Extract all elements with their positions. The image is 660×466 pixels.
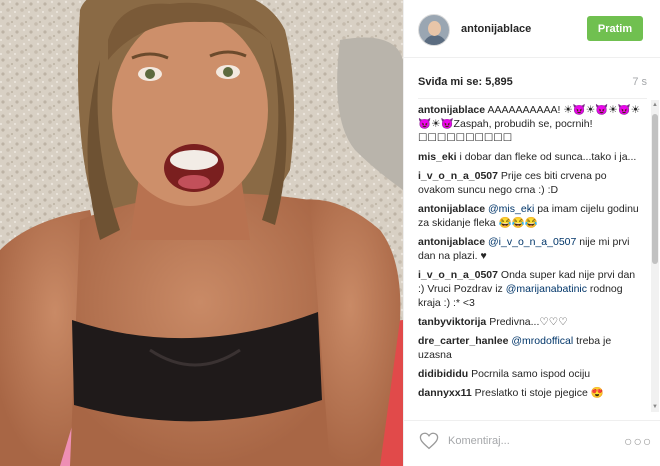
avatar[interactable] xyxy=(418,14,450,46)
follow-button[interactable]: Pratim xyxy=(587,16,643,41)
comment-item: dre_carter_hanlee @mrodoffical treba je … xyxy=(418,334,642,362)
more-options-icon[interactable]: ○○○ xyxy=(624,431,651,451)
post-details-panel: antonijablace Pratim Sviđa mi se: 5,895 … xyxy=(403,0,660,466)
comment-author[interactable]: dannyxx11 xyxy=(418,387,472,399)
comment-item: i_v_o_n_a_0507 Prije ces biti crvena po … xyxy=(418,169,642,197)
post-footer: ○○○ xyxy=(404,420,660,466)
comments-scrollbar[interactable]: ▲ ▼ xyxy=(651,100,659,412)
divider xyxy=(418,98,647,99)
post-author-username[interactable]: antonijablace xyxy=(461,23,531,35)
comment-item: tanbyviktorija Predivna...♡♡♡ xyxy=(418,315,642,329)
scroll-thumb[interactable] xyxy=(652,114,658,264)
likes-row: Sviđa mi se: 5,895 7 s xyxy=(418,76,647,90)
comment-mention-link[interactable]: @marijanabatinic xyxy=(506,283,587,295)
comment-author[interactable]: antonijablace xyxy=(418,104,485,116)
comment-input[interactable] xyxy=(448,430,608,452)
comment-author[interactable]: i_v_o_n_a_0507 xyxy=(418,269,498,281)
avatar-face xyxy=(428,21,441,36)
scroll-down-arrow-icon[interactable]: ▼ xyxy=(651,402,659,412)
comment-mention-link[interactable]: @i_v_o_n_a_0507 xyxy=(485,236,576,248)
comment-mention-link[interactable]: @mis_eki xyxy=(485,203,534,215)
comment-author[interactable]: didibididu xyxy=(418,368,468,380)
comments-section: antonijablace AAAAAAAAAA! ☀😈☀😈☀😈☀😈☀😈Zasp… xyxy=(404,100,660,412)
comment-item: antonijablace AAAAAAAAAA! ☀😈☀😈☀😈☀😈☀😈Zasp… xyxy=(418,103,642,145)
comment-item: didibididu Pocrnila samo ispod ociju xyxy=(418,367,642,381)
comment-item: i_v_o_n_a_0507 Onda super kad nije prvi … xyxy=(418,268,642,310)
comment-text: Pocrnila samo ispod ociju xyxy=(468,368,591,380)
comment-item: antonijablace @i_v_o_n_a_0507 nije mi pr… xyxy=(418,235,642,263)
comment-list: antonijablace AAAAAAAAAA! ☀😈☀😈☀😈☀😈☀😈Zasp… xyxy=(418,103,642,405)
comment-item: antonijablace @mis_eki pa imam cijelu go… xyxy=(418,202,642,230)
comment-item: mis_eki i dobar dan fleke od sunca...tak… xyxy=(418,150,642,164)
selfie-image xyxy=(0,0,403,466)
comment-author[interactable]: mis_eki xyxy=(418,151,457,163)
comment-author[interactable]: antonijablace xyxy=(418,203,485,215)
comment-text: i dobar dan fleke od sunca...tako i ja..… xyxy=(456,151,637,163)
comment-author[interactable]: antonijablace xyxy=(418,236,485,248)
comment-text: Predivna...♡♡♡ xyxy=(486,316,568,328)
comment-item: dannyxx11 Preslatko ti stoje pjegice 😍 xyxy=(418,386,642,400)
post-photo[interactable] xyxy=(0,0,403,466)
post-header: antonijablace Pratim xyxy=(404,0,660,58)
avatar-shoulders xyxy=(423,35,447,45)
likes-count[interactable]: Sviđa mi se: 5,895 xyxy=(418,76,513,88)
comment-author[interactable]: i_v_o_n_a_0507 xyxy=(418,170,498,182)
comment-author[interactable]: dre_carter_hanlee xyxy=(418,335,508,347)
comment-text: Preslatko ti stoje pjegice 😍 xyxy=(471,387,604,399)
post-timestamp[interactable]: 7 s xyxy=(632,76,647,88)
heart-outline-icon[interactable] xyxy=(419,432,439,450)
comment-author[interactable]: tanbyviktorija xyxy=(418,316,486,328)
comment-mention-link[interactable]: @mrodoffical xyxy=(508,335,573,347)
scroll-up-arrow-icon[interactable]: ▲ xyxy=(651,100,659,110)
